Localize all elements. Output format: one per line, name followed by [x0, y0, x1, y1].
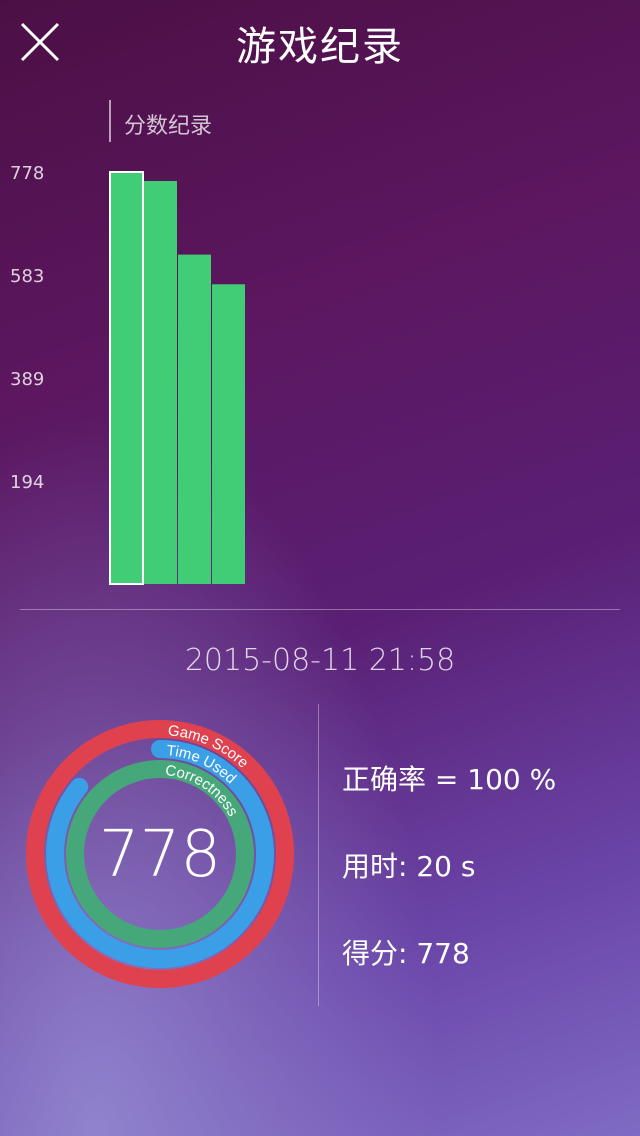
score-bar[interactable]: [212, 284, 245, 584]
score-stat: 得分: 778: [342, 937, 470, 970]
vertical-divider: [318, 704, 319, 1006]
score-bar[interactable]: [178, 254, 211, 585]
time-used-stat: 用时: 20 s: [342, 850, 476, 883]
ring-score-value: 778: [98, 818, 222, 892]
record-datetime: 2015-08-11 21:58: [184, 643, 456, 678]
score-bar[interactable]: [109, 171, 144, 585]
section-divider: [20, 609, 620, 610]
score-bar[interactable]: [144, 181, 177, 584]
score-bar-chart: [109, 171, 245, 585]
accuracy-stat: 正确率 = 100 %: [342, 763, 557, 796]
